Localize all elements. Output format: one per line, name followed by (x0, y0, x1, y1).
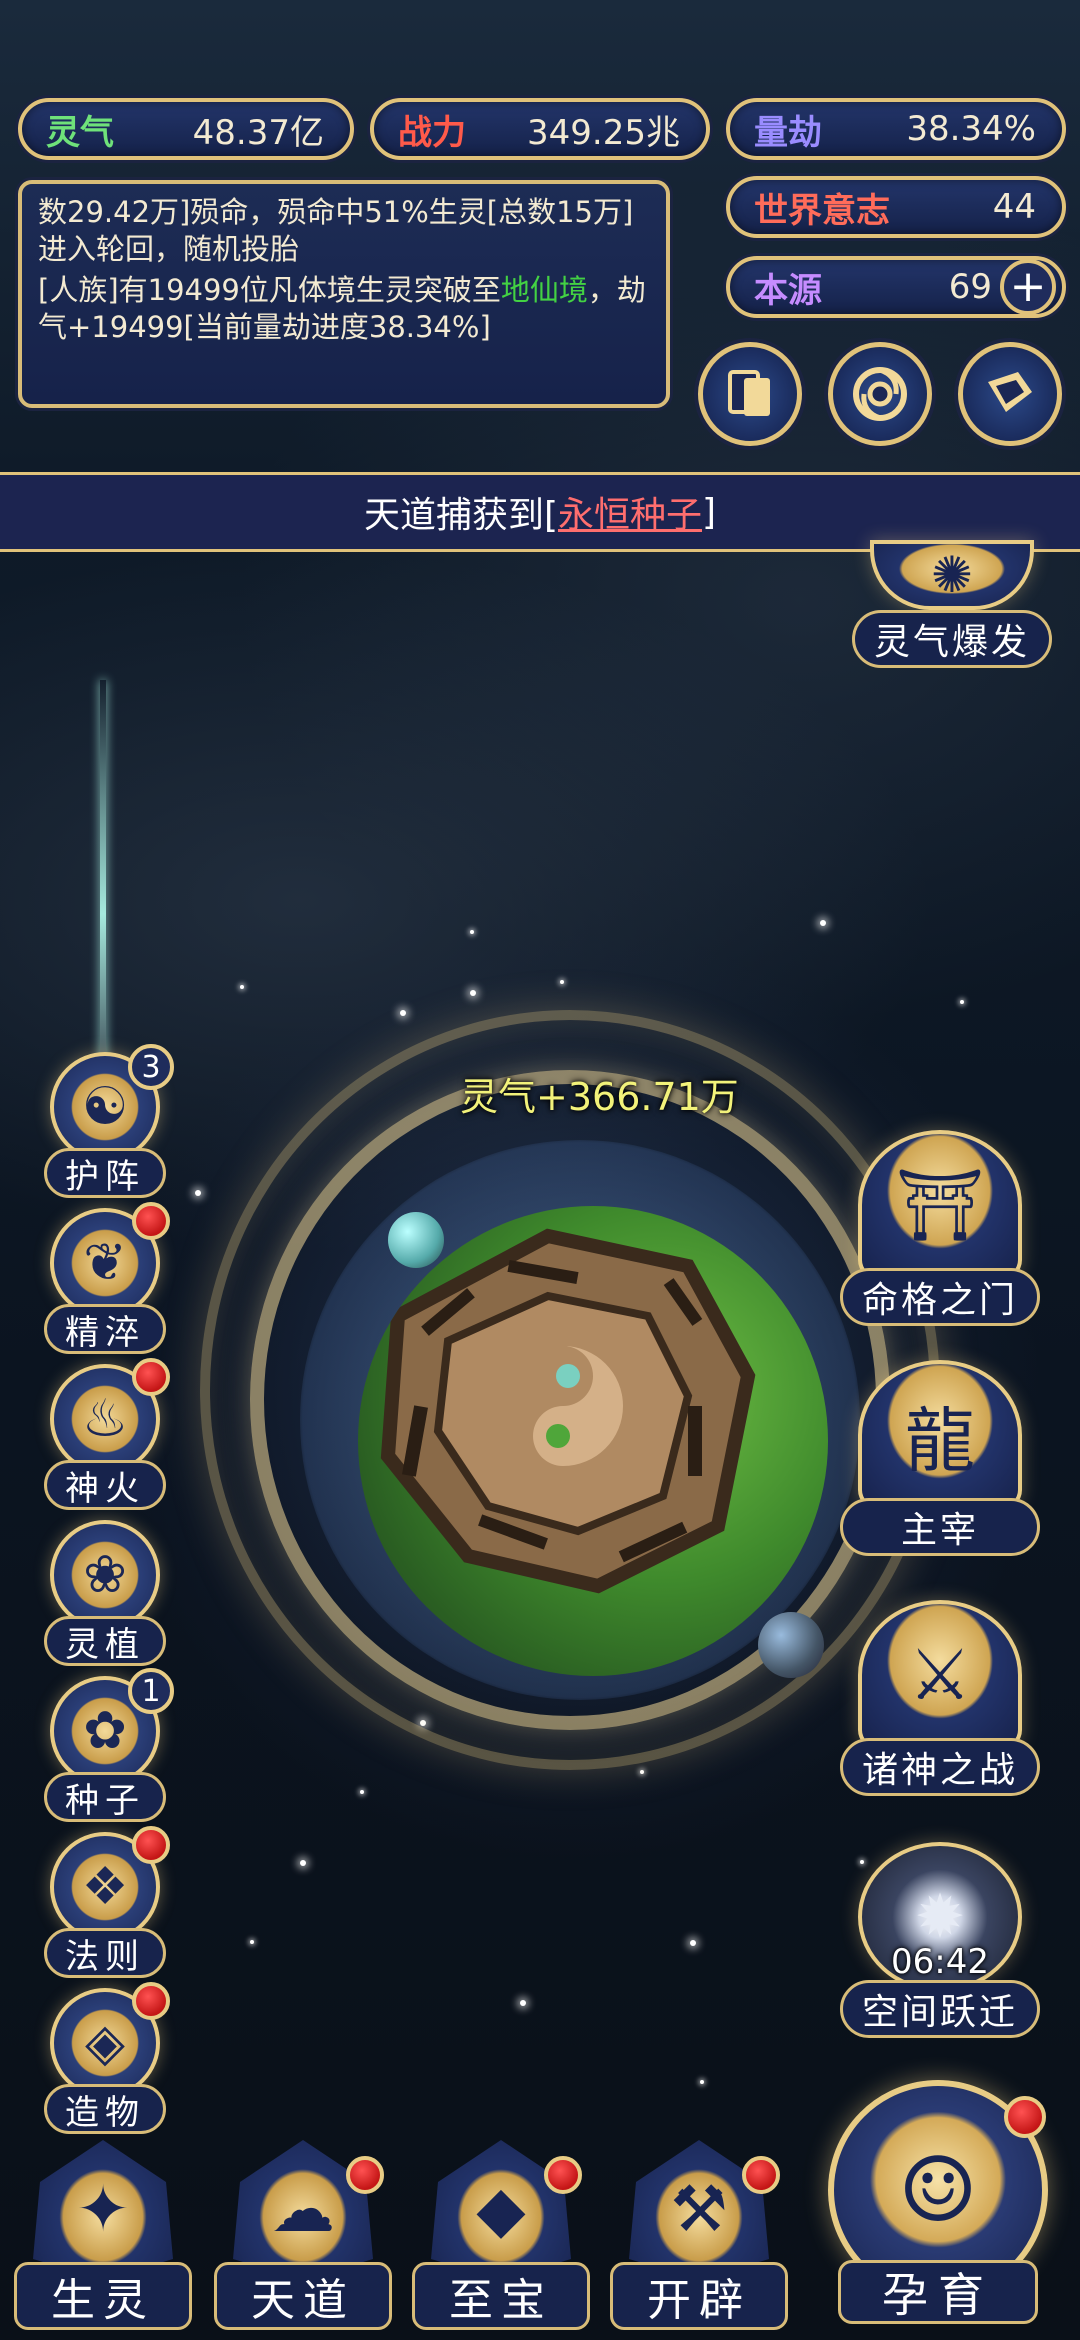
side-btn-lingzhi[interactable]: ❀ 灵植 (40, 1520, 170, 1670)
zhanli-value: 349.25兆 (527, 112, 680, 153)
alert-dot (132, 1826, 170, 1864)
nav-zhibao[interactable]: ◆ 至宝 (406, 2140, 596, 2340)
bagua-icon (380, 1228, 756, 1594)
nurture-label: 孕育 (838, 2260, 1038, 2324)
light-beam (100, 680, 106, 1070)
count-badge: 1 (128, 1668, 174, 1714)
liangjie-label: 量劫 (754, 112, 822, 153)
side-btn-label: 种子 (44, 1772, 166, 1822)
floating-gain: 灵气+366.71万 (460, 1075, 739, 1119)
benyuan-label: 本源 (754, 270, 822, 311)
shijie-resource[interactable]: 世界意志 44 (726, 176, 1066, 238)
liangjie-value: 38.34% (906, 109, 1036, 149)
nav-label: 至宝 (412, 2262, 590, 2330)
event-log[interactable]: 数29.42万]殒命，殒命中51%生灵[总数15万]进入轮回，随机投胎 [人族]… (18, 180, 670, 408)
count-badge: 3 (128, 1044, 174, 1090)
lingqi-label: 灵气 (46, 112, 114, 153)
gods-war-label: 诸神之战 (840, 1738, 1040, 1796)
alert-dot (132, 1982, 170, 2020)
small-moon-blue (758, 1612, 824, 1678)
side-btn-label: 造物 (44, 2084, 166, 2134)
vortex-button[interactable] (828, 342, 932, 446)
side-btn-label: 神火 (44, 1460, 166, 1510)
liangjie-resource[interactable]: 量劫 38.34% (726, 98, 1066, 160)
alert-dot (132, 1358, 170, 1396)
plant-icon: ❀ (83, 1545, 127, 1605)
sword-icon: ⚔ (908, 1634, 972, 1716)
banner-prefix: 天道捕获到[ (363, 495, 558, 536)
creation-icon: ◈ (85, 2013, 125, 2073)
nav-kaipi[interactable]: ⚒ 开辟 (604, 2140, 794, 2340)
alert-dot (346, 2156, 384, 2194)
lingqi-value: 48.37亿 (192, 112, 324, 153)
side-btn-huzhen[interactable]: ☯ 护阵 3 (40, 1044, 174, 1202)
wave-icon: ☁ (271, 2173, 335, 2247)
master-label: 主宰 (840, 1498, 1040, 1556)
log-highlight: 地仙境 (500, 273, 588, 307)
side-btn-shenhuo[interactable]: ♨ 神火 (40, 1358, 170, 1514)
nav-label: 开辟 (610, 2262, 788, 2330)
scroll-icon (988, 372, 1032, 412)
side-btn-zhongzi[interactable]: ✿ 种子 1 (40, 1668, 174, 1826)
nav-label: 天道 (214, 2262, 392, 2330)
shijie-value: 44 (992, 187, 1036, 227)
shijie-label: 世界意志 (754, 190, 890, 231)
alert-dot (544, 2156, 582, 2194)
side-btn-faze[interactable]: ❖ 法则 (40, 1826, 170, 1982)
scroll-button[interactable] (958, 342, 1062, 446)
cards-icon (728, 370, 770, 416)
embryo-icon: ☺ (897, 2137, 979, 2243)
master-button[interactable]: 龍 主宰 (840, 1360, 1040, 1560)
sun-burst-icon: ✺ (931, 546, 973, 604)
side-btn-label: 护阵 (44, 1148, 166, 1198)
fire-icon: ♨ (81, 1389, 129, 1449)
side-btn-label: 法则 (44, 1928, 166, 1978)
treasure-icon: ◆ (476, 2173, 526, 2247)
phoenix-icon: ✦ (76, 2173, 130, 2247)
plus-icon[interactable]: + (1000, 259, 1056, 315)
yin-yang-icon: ☯ (81, 1077, 129, 1137)
nav-shengling[interactable]: ✦ 生灵 (8, 2140, 198, 2340)
side-btn-jingcui[interactable]: ❦ 精淬 (40, 1202, 170, 1358)
zhanli-resource[interactable]: 战力 349.25兆 (370, 98, 710, 160)
burst-label: 灵气爆发 (852, 610, 1052, 668)
alert-dot (742, 2156, 780, 2194)
zhanli-label: 战力 (398, 112, 466, 153)
space-jump-timer: 06:42 (891, 1942, 989, 1982)
space-jump-button[interactable]: ✹ 06:42 空间跃迁 (840, 1842, 1040, 2042)
law-icon: ❖ (81, 1857, 129, 1917)
nav-tiandao[interactable]: ☁ 天道 (208, 2140, 398, 2340)
lotus-flame-icon: ❦ (83, 1233, 127, 1293)
nurture-button[interactable]: ☺ 孕育 (818, 2080, 1058, 2330)
banner-item-link[interactable]: 永恒种子 (558, 486, 702, 538)
side-btn-label: 精淬 (44, 1304, 166, 1354)
side-btn-zaowu[interactable]: ◈ 造物 (40, 1982, 170, 2138)
banner-suffix: ] (702, 491, 717, 533)
side-btn-label: 灵植 (44, 1616, 166, 1666)
space-jump-label: 空间跃迁 (840, 1980, 1040, 2038)
axe-icon: ⚒ (670, 2173, 728, 2247)
planet[interactable] (358, 1206, 828, 1676)
cards-button[interactable] (698, 342, 802, 446)
dragon-icon: 龍 (905, 1399, 975, 1482)
alert-dot (132, 1202, 170, 1240)
vortex-icon (853, 367, 907, 421)
lingqi-burst-button[interactable]: ✺ 灵气爆发 (852, 540, 1052, 680)
log-line-1: 数29.42万]殒命，殒命中51%生灵[总数15万]进入轮回，随机投胎 (38, 195, 634, 266)
fate-gate-label: 命格之门 (840, 1268, 1040, 1326)
log-line-2: [人族]有19499位凡体境生灵突破至地仙境，劫气+19499[当前量劫进度38… (38, 273, 646, 344)
lingqi-resource[interactable]: 灵气 48.37亿 (18, 98, 354, 160)
benyuan-value: 69 (948, 267, 992, 307)
gods-war-button[interactable]: ⚔ 诸神之战 (840, 1600, 1040, 1800)
benyuan-resource[interactable]: 本源 69 + (726, 256, 1066, 318)
nav-label: 生灵 (14, 2262, 192, 2330)
gate-icon: ⛩ (895, 1163, 985, 1246)
small-moon-teal (388, 1212, 444, 1268)
alert-dot (1004, 2096, 1046, 2138)
seed-icon: ✿ (83, 1701, 127, 1761)
fate-gate-button[interactable]: ⛩ 命格之门 (840, 1130, 1040, 1330)
